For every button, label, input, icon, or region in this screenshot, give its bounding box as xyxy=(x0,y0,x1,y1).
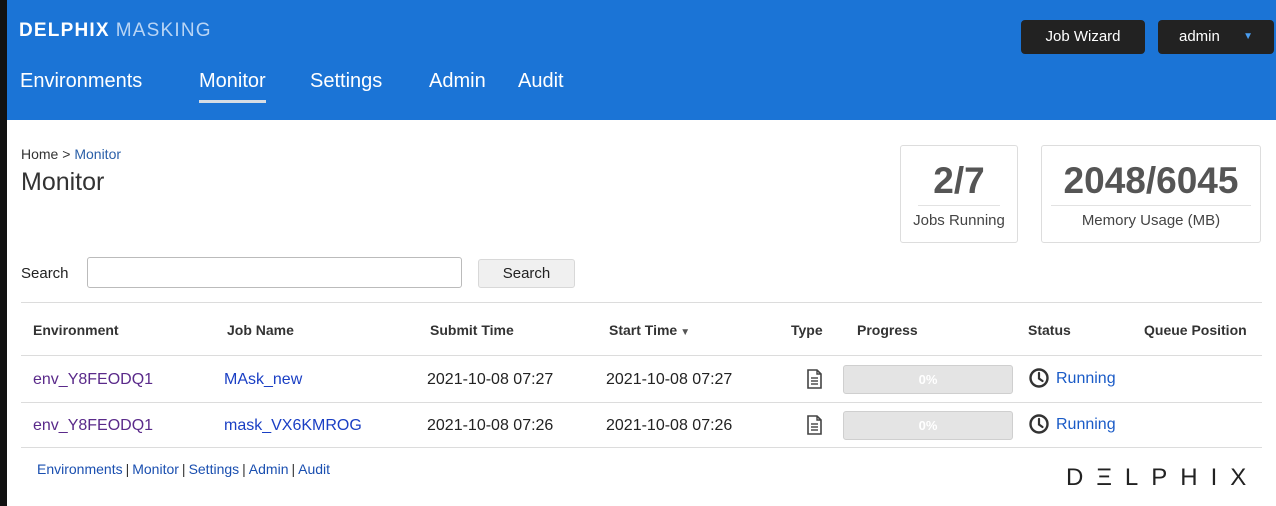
row-environment[interactable]: env_Y8FEODQ1 xyxy=(33,417,153,435)
footer-link-settings[interactable]: Settings xyxy=(189,461,240,477)
jobs-running-value: 2/7 xyxy=(918,160,1000,206)
row-environment[interactable]: env_Y8FEODQ1 xyxy=(33,371,153,389)
memory-usage-card: 2048/6045 Memory Usage (MB) xyxy=(1041,145,1261,243)
breadcrumb-home[interactable]: Home xyxy=(21,146,58,162)
job-wizard-button[interactable]: Job Wizard xyxy=(1021,20,1145,54)
col-header-job-name[interactable]: Job Name xyxy=(227,322,294,338)
clock-icon xyxy=(1029,414,1049,434)
footer-delphix-logo: DΞLPHIX xyxy=(1066,464,1260,491)
footer-nav: Environments | Monitor | Settings | Admin | Audi… xyxy=(37,461,330,477)
col-header-environment[interactable]: Environment xyxy=(33,322,119,338)
nav-admin[interactable]: Admin xyxy=(429,70,486,93)
footer-link-environments[interactable]: Environments xyxy=(37,461,123,477)
row-job-name[interactable]: MAsk_new xyxy=(224,371,302,389)
col-header-start-time[interactable]: Start Time ▼ xyxy=(609,322,690,338)
user-menu-button[interactable]: admin ▼ xyxy=(1158,20,1274,54)
col-header-start-time-label: Start Time xyxy=(609,322,678,338)
brand-logo: DELPHIX MASKING xyxy=(19,20,212,42)
row-start-time: 2021-10-08 07:27 xyxy=(606,371,733,388)
memory-usage-label: Memory Usage (MB) xyxy=(1081,212,1221,229)
row-status-label: Running xyxy=(1056,416,1116,433)
footer-link-audit[interactable]: Audit xyxy=(298,461,330,477)
row-submit-time: 2021-10-08 07:27 xyxy=(427,371,554,388)
breadcrumb-separator: > xyxy=(62,146,71,162)
row-progress-bar: 0% xyxy=(843,411,1013,440)
row-progress-bar: 0% xyxy=(843,365,1013,394)
user-menu-label: admin xyxy=(1179,28,1220,45)
footer-separator: | xyxy=(125,461,130,477)
jobs-running-card: 2/7 Jobs Running xyxy=(900,145,1018,243)
clock-icon xyxy=(1029,368,1049,388)
nav-monitor[interactable]: Monitor xyxy=(199,70,266,103)
footer-separator: | xyxy=(242,461,246,477)
col-header-type[interactable]: Type xyxy=(791,322,823,338)
row-status-label: Running xyxy=(1056,370,1116,387)
table-row: env_Y8FEODQ1 mask_VX6KMROG 2021-10-08 07… xyxy=(21,402,1262,448)
search-label: Search xyxy=(21,265,69,282)
sort-desc-icon: ▼ xyxy=(680,327,691,338)
job-wizard-label: Job Wizard xyxy=(1045,28,1121,45)
breadcrumb: Home > Monitor xyxy=(21,146,121,162)
search-button[interactable]: Search xyxy=(478,259,575,288)
table-top-rule xyxy=(21,302,1262,303)
table-bottom-rule xyxy=(21,447,1262,448)
col-header-progress[interactable]: Progress xyxy=(857,322,918,338)
row-start-time: 2021-10-08 07:26 xyxy=(606,417,733,434)
document-icon xyxy=(807,415,822,435)
footer-separator: | xyxy=(291,461,296,477)
breadcrumb-current[interactable]: Monitor xyxy=(74,146,121,162)
row-submit-time: 2021-10-08 07:26 xyxy=(427,417,554,434)
col-header-submit-time[interactable]: Submit Time xyxy=(430,322,514,338)
top-header: DELPHIX MASKING Job Wizard admin ▼ Enviro… xyxy=(7,0,1276,120)
search-input[interactable] xyxy=(87,257,462,288)
document-icon xyxy=(807,369,822,389)
window-edge xyxy=(0,0,7,506)
page-title: Monitor xyxy=(21,168,105,196)
nav-settings[interactable]: Settings xyxy=(310,70,382,93)
table-row: env_Y8FEODQ1 MAsk_new 2021-10-08 07:27 2… xyxy=(21,356,1262,402)
nav-environments[interactable]: Environments xyxy=(20,70,142,93)
footer-link-monitor[interactable]: Monitor xyxy=(132,461,179,477)
memory-usage-value: 2048/6045 xyxy=(1051,160,1251,206)
caret-down-icon: ▼ xyxy=(1243,31,1253,42)
brand-name-light: MASKING xyxy=(115,20,212,41)
nav-audit[interactable]: Audit xyxy=(518,70,564,93)
col-header-queue-position[interactable]: Queue Position xyxy=(1144,322,1247,338)
footer-separator: | xyxy=(181,461,186,477)
brand-name-bold: DELPHIX xyxy=(19,20,110,41)
col-header-status[interactable]: Status xyxy=(1028,322,1071,338)
footer-link-admin[interactable]: Admin xyxy=(249,461,289,477)
row-job-name[interactable]: mask_VX6KMROG xyxy=(224,417,362,435)
jobs-running-label: Jobs Running xyxy=(913,212,1005,229)
